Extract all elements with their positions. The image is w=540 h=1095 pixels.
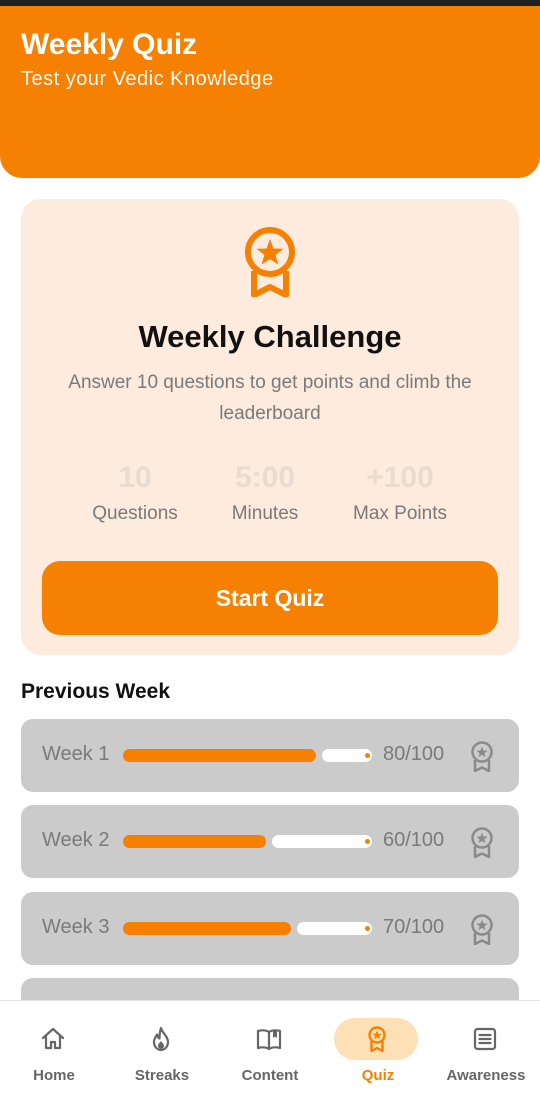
week-row[interactable]: Week 1 80/100 [21,719,519,792]
progress-remaining [322,749,372,762]
progress-end-dot [365,753,370,758]
nav-label: Awareness [446,1067,526,1084]
medal-icon [471,914,493,945]
stat-max-points: +100 Max Points [335,461,465,525]
week-label: Week 3 [42,916,110,938]
progress-fill [123,922,291,935]
nav-label: Home [33,1067,75,1084]
progress-bar [123,922,372,935]
nav-label: Content [241,1067,299,1084]
nav-item-content[interactable]: Content [216,1001,324,1095]
week-row[interactable]: Week 2 60/100 [21,805,519,878]
progress-fill [123,835,266,848]
stat-value: +100 [366,461,434,494]
home-icon [41,1027,65,1050]
progress-bar [123,749,372,762]
medal-icon [471,741,493,772]
progress-end-dot [365,839,370,844]
stat-value: 10 [118,461,152,494]
flame-icon [152,1026,170,1052]
document-icon [473,1027,497,1051]
week-score: 60/100 [383,829,445,851]
medal-icon [368,1026,386,1053]
progress-fill [123,749,316,762]
stat-questions: 10 Questions [75,461,195,525]
nav-label: Streaks [134,1067,190,1084]
nav-item-streaks[interactable]: Streaks [108,1001,216,1095]
stat-value: 5:00 [234,461,296,494]
week-label: Week 2 [42,829,110,851]
challenge-title: Weekly Challenge [138,319,402,354]
stat-label: Max Points [353,503,447,524]
weekly-challenge-card: Weekly Challenge Answer 10 questions to … [21,199,519,655]
stat-label: Minutes [231,503,299,524]
previous-week-heading: Previous Week [21,680,171,703]
week-score: 70/100 [383,916,445,938]
stat-label: Questions [92,503,178,524]
progress-end-dot [365,926,370,931]
progress-remaining [297,922,372,935]
stat-minutes: 5:00 Minutes [205,461,325,525]
page-subtitle: Test your Vedic Knowledge [21,68,274,90]
book-icon [256,1029,282,1051]
nav-item-home[interactable]: Home [0,1001,108,1095]
nav-item-quiz[interactable]: Quiz [324,1001,432,1095]
page-title: Weekly Quiz [21,28,198,61]
bottom-nav: Home Streaks Content Quiz Awareness [0,1000,540,1095]
nav-label: Quiz [361,1067,395,1084]
week-row[interactable]: Week 3 70/100 [21,892,519,965]
nav-item-awareness[interactable]: Awareness [432,1001,540,1095]
medal-icon [245,227,295,297]
week-label: Week 1 [42,743,110,765]
challenge-description: Answer 10 questions to get points and cl… [68,372,472,424]
progress-bar [123,835,372,848]
medal-icon [471,827,493,858]
header: Weekly Quiz Test your Vedic Knowledge [0,6,540,178]
start-quiz-button[interactable]: Start Quiz [42,561,498,635]
week-score: 80/100 [383,743,445,765]
progress-remaining [272,835,372,848]
